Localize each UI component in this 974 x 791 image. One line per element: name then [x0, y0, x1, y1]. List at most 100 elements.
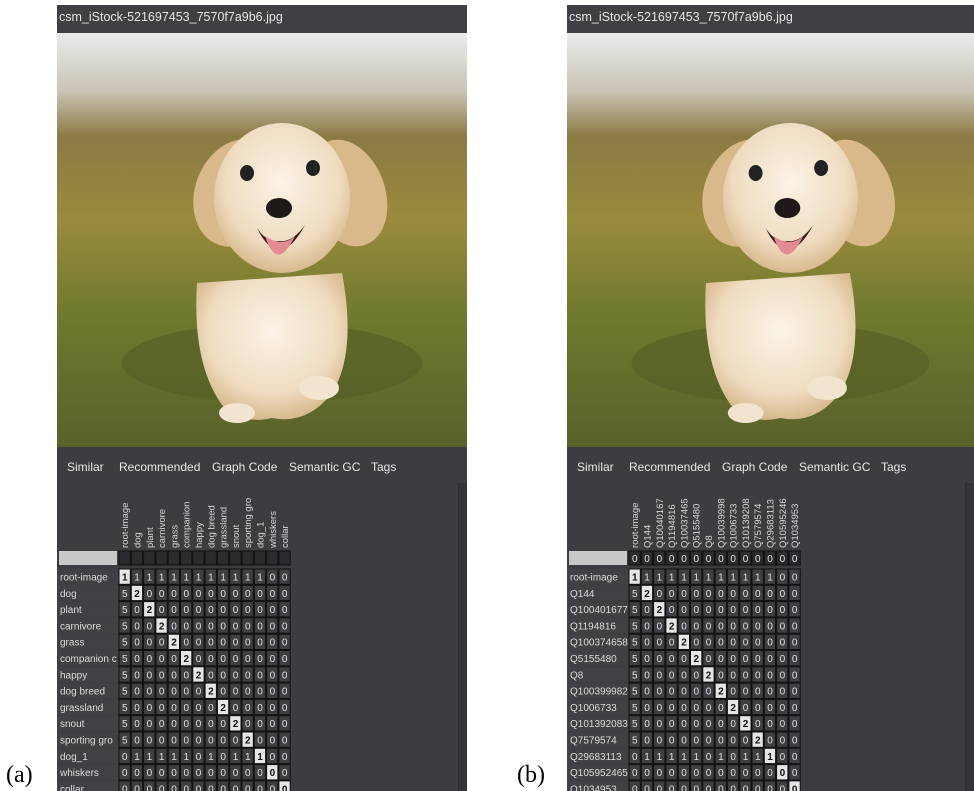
- matrix-cell-value: 1: [730, 573, 736, 584]
- row-label[interactable]: collar: [60, 784, 85, 791]
- matrix-cell-value: 0: [134, 736, 140, 747]
- header-cell-value: 0: [669, 554, 675, 565]
- puppy-photo: [57, 33, 467, 447]
- tab-recommended[interactable]: Recommended: [629, 457, 710, 481]
- matrix-cell-value: 0: [147, 719, 153, 730]
- row-label[interactable]: Q144: [570, 589, 595, 600]
- row-label[interactable]: Q1194816: [570, 621, 616, 632]
- row-label[interactable]: Q101392083: [570, 719, 628, 730]
- matrix-cell-value: 0: [681, 703, 687, 714]
- row-label[interactable]: Q100401677: [570, 605, 628, 616]
- tab-similar[interactable]: Similar: [67, 457, 104, 481]
- matrix-cell-value: 0: [780, 703, 786, 714]
- matrix-cell-value: 0: [196, 719, 202, 730]
- matrix-cell-value: 0: [257, 654, 263, 665]
- row-label[interactable]: whiskers: [59, 768, 99, 779]
- column-header: Q1034953: [790, 504, 801, 548]
- matrix-cell-value: 0: [270, 752, 276, 763]
- matrix-cell-value: 2: [134, 589, 140, 600]
- matrix-cell-value: 0: [792, 638, 798, 649]
- matrix-cell-value: 0: [245, 638, 251, 649]
- matrix-cell-value: 0: [730, 736, 736, 747]
- row-label[interactable]: Q7579574: [570, 736, 617, 747]
- row-label[interactable]: dog: [60, 589, 77, 600]
- matrix-cell-value: 0: [233, 589, 239, 600]
- matrix-cell-value: 1: [743, 752, 749, 763]
- matrix-cell-value: 0: [233, 605, 239, 616]
- header-swatch: [569, 551, 627, 565]
- matrix-cell-value: 0: [282, 589, 288, 600]
- tab-similar[interactable]: Similar: [577, 457, 614, 481]
- matrix-cell-value: 2: [657, 605, 663, 616]
- row-label[interactable]: root-image: [60, 573, 108, 584]
- matrix-cell-value: 1: [184, 573, 190, 584]
- matrix-cell-value: 0: [147, 654, 153, 665]
- matrix-cell-value: 1: [669, 752, 675, 763]
- matrix-cell-value: 0: [208, 670, 214, 681]
- row-label[interactable]: snout: [60, 719, 85, 730]
- row-label[interactable]: root-image: [570, 573, 618, 584]
- row-label[interactable]: Q100399982: [570, 687, 628, 698]
- column-header: collar: [280, 525, 291, 548]
- matrix-cell-value: 0: [233, 703, 239, 714]
- matrix-cell-value: 0: [196, 768, 202, 779]
- row-label[interactable]: Q100374658: [570, 638, 628, 649]
- vertical-scrollbar[interactable]: [965, 483, 974, 791]
- tab-graph-code[interactable]: Graph Code: [722, 457, 787, 481]
- matrix-cell-value: 0: [669, 784, 675, 791]
- row-label[interactable]: Q105952465: [570, 768, 628, 779]
- row-label[interactable]: grass: [60, 638, 84, 649]
- matrix-cell-value: 0: [755, 589, 761, 600]
- row-label[interactable]: companion c: [60, 654, 117, 665]
- matrix-cell-value: 0: [755, 654, 761, 665]
- matrix-cell-value: 0: [792, 703, 798, 714]
- row-label[interactable]: plant: [60, 605, 82, 616]
- matrix-cell-value: 2: [644, 589, 650, 600]
- column-header: Q1006733: [729, 504, 740, 548]
- tab-tags[interactable]: Tags: [371, 457, 396, 481]
- row-label[interactable]: sporting gro: [60, 736, 113, 747]
- row-label[interactable]: Q8: [570, 670, 584, 681]
- matrix-cell-value: 0: [196, 654, 202, 665]
- matrix-cell-value: 1: [657, 752, 663, 763]
- matrix-cell-value: 0: [257, 719, 263, 730]
- row-label[interactable]: happy: [60, 670, 87, 681]
- row-label[interactable]: Q1034953: [570, 784, 617, 791]
- matrix-cell-value: 0: [706, 621, 712, 632]
- row-label[interactable]: Q1006733: [570, 703, 617, 714]
- matrix-cell-value: 0: [730, 784, 736, 791]
- matrix-cell-value: 0: [220, 687, 226, 698]
- row-label[interactable]: carnivore: [60, 621, 102, 632]
- matrix-cell-value: 0: [257, 605, 263, 616]
- tab-tags[interactable]: Tags: [881, 457, 906, 481]
- matrix-cell-value: 0: [257, 589, 263, 600]
- matrix-cell-value: 0: [644, 719, 650, 730]
- matrix-cell-value: 0: [184, 719, 190, 730]
- row-label[interactable]: dog breed: [60, 687, 105, 698]
- matrix-cell-value: 0: [196, 589, 202, 600]
- row-label[interactable]: grassland: [60, 703, 103, 714]
- matrix-cell-value: 0: [147, 736, 153, 747]
- matrix-cell-value: 1: [706, 573, 712, 584]
- matrix-cell-value: 0: [196, 784, 202, 791]
- tab-graph-code[interactable]: Graph Code: [201, 457, 288, 485]
- tab-semantic-gc[interactable]: Semantic GC: [289, 457, 360, 481]
- tab-semantic-gc[interactable]: Semantic GC: [788, 457, 881, 485]
- tab-recommended[interactable]: Recommended: [119, 457, 200, 481]
- vertical-scrollbar[interactable]: [458, 483, 467, 791]
- matrix-cell-value: 0: [134, 638, 140, 649]
- row-label[interactable]: dog_1: [60, 752, 88, 763]
- matrix-cell-value: 0: [220, 638, 226, 649]
- matrix-cell-value: 0: [755, 605, 761, 616]
- matrix-cell-value: 0: [669, 768, 675, 779]
- matrix-cell-value: 0: [270, 621, 276, 632]
- row-label[interactable]: Q5155480: [570, 654, 617, 665]
- matrix-cell-value: 0: [282, 621, 288, 632]
- column-header: plant: [145, 527, 156, 548]
- matrix-cell-value: 0: [233, 736, 239, 747]
- matrix-cell-value: 1: [196, 573, 202, 584]
- matrix-cell-value: 5: [632, 703, 638, 714]
- matrix-cell-value: 0: [644, 784, 650, 791]
- matrix-cell-value: 0: [657, 638, 663, 649]
- row-label[interactable]: Q29683113: [570, 752, 622, 763]
